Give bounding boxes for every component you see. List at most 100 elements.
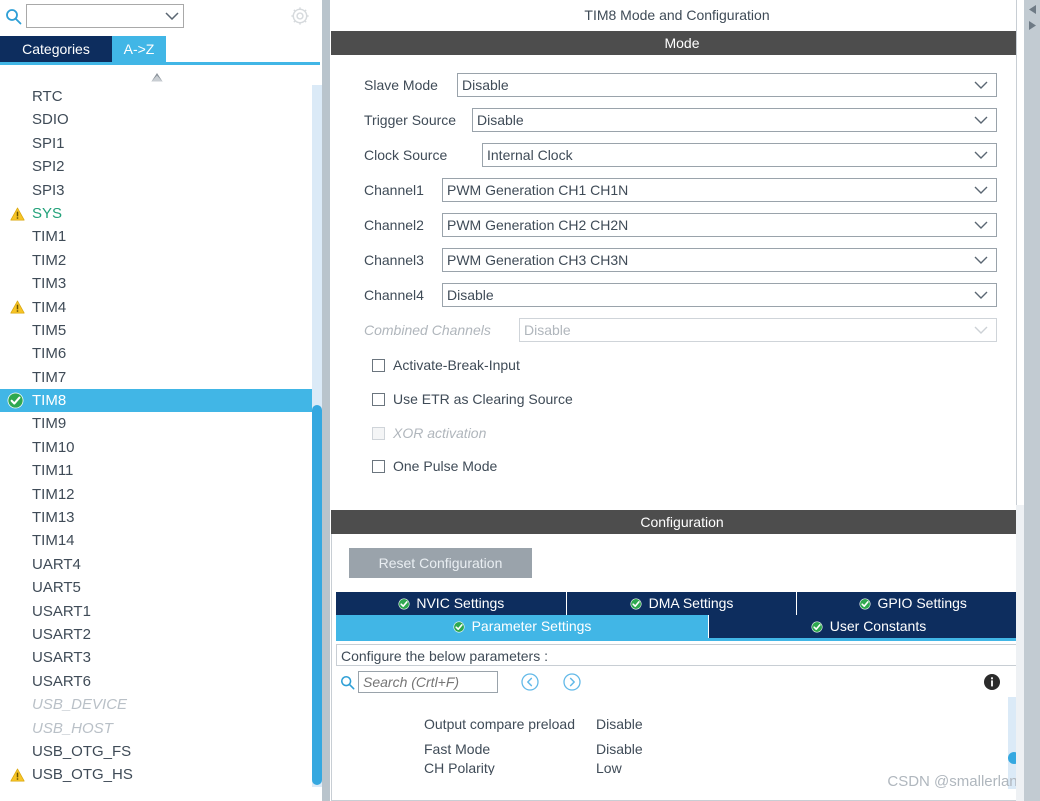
sidebar-item-tim9[interactable]: TIM9 — [0, 412, 312, 435]
table-row-partial — [336, 697, 1028, 711]
checkbox-activate-break-input[interactable]: Activate-Break-Input — [372, 355, 520, 375]
tab-gpio-settings[interactable]: GPIO Settings — [797, 592, 1029, 615]
sidebar-item-label: USB_DEVICE — [32, 696, 128, 714]
reset-configuration-button[interactable]: Reset Configuration — [349, 548, 532, 578]
tab-label: User Constants — [829, 618, 927, 634]
sidebar-item-uart4[interactable]: UART4 — [0, 553, 312, 576]
sidebar-search-combo[interactable] — [26, 4, 184, 28]
tab-a-to-z[interactable]: A->Z — [112, 36, 166, 62]
dropdown-slave-mode[interactable]: Disable — [457, 73, 997, 97]
chevron-down-icon[interactable] — [974, 249, 988, 271]
window-scrollbar[interactable] — [1024, 0, 1040, 801]
sidebar-item-label: SDIO — [32, 111, 69, 129]
sidebar-item-tim7[interactable]: TIM7 — [0, 366, 312, 389]
sidebar-item-label: SPI2 — [32, 158, 65, 176]
check-circle-icon — [811, 620, 824, 633]
chevron-down-icon[interactable] — [165, 5, 179, 27]
dropdown-clock-source[interactable]: Internal Clock — [482, 143, 997, 167]
sidebar-item-tim14[interactable]: TIM14 — [0, 529, 312, 552]
dropdown-combined-channels: Disable — [519, 318, 997, 342]
sidebar-item-usb_otg_hs[interactable]: USB_OTG_HS — [0, 763, 312, 786]
sidebar-item-tim6[interactable]: TIM6 — [0, 342, 312, 365]
parameter-value[interactable]: Low — [596, 761, 796, 775]
sidebar-item-tim8[interactable]: TIM8 — [0, 389, 312, 413]
chevron-down-icon[interactable] — [974, 284, 988, 306]
table-row[interactable]: CH Polarity Low — [336, 761, 1028, 775]
dropdown-channel4[interactable]: Disable — [442, 283, 997, 307]
parameters-table[interactable]: Output compare preload Disable Fast Mode Di… — [336, 697, 1028, 797]
sidebar-item-label: USART1 — [32, 602, 91, 620]
sidebar-item-label: USB_OTG_HS — [32, 766, 133, 784]
tab-dma-settings[interactable]: DMA Settings — [566, 592, 797, 615]
chevron-down-icon[interactable] — [974, 179, 988, 201]
checkbox-use-etr-clearing-source[interactable]: Use ETR as Clearing Source — [372, 389, 573, 409]
config-tabs-row-2: Parameter Settings User Constants — [336, 615, 1028, 638]
sidebar-search-row — [0, 0, 330, 32]
sidebar-item-usb_otg_fs[interactable]: USB_OTG_FS — [0, 740, 312, 763]
tab-parameter-settings[interactable]: Parameter Settings — [336, 615, 708, 638]
table-row[interactable]: Fast Mode Disable — [336, 736, 1028, 761]
field-combined-channels: Combined Channels Disable — [364, 318, 997, 342]
tab-label: GPIO Settings — [877, 595, 967, 611]
tab-nvic-settings[interactable]: NVIC Settings — [336, 592, 566, 615]
sidebar-item-rtc[interactable]: RTC — [0, 85, 312, 108]
sidebar-item-usart3[interactable]: USART3 — [0, 646, 312, 669]
chevron-down-icon[interactable] — [974, 109, 988, 131]
checkbox-label: XOR activation — [393, 425, 487, 441]
chevron-left-circle-icon[interactable] — [520, 672, 540, 692]
checkbox-label: Use ETR as Clearing Source — [393, 391, 573, 407]
info-icon[interactable] — [982, 672, 1002, 692]
checkbox-box[interactable] — [372, 459, 385, 473]
table-row[interactable]: Output compare preload Disable — [336, 711, 1028, 736]
checkbox-xor-activation: XOR activation — [372, 423, 486, 443]
sidebar-item-tim3[interactable]: TIM3 — [0, 272, 312, 295]
tab-user-constants[interactable]: User Constants — [709, 615, 1028, 638]
chevron-down-icon[interactable] — [974, 144, 988, 166]
chevron-down-icon[interactable] — [974, 74, 988, 96]
parameter-value[interactable]: Disable — [596, 716, 796, 732]
sidebar-item-tim12[interactable]: TIM12 — [0, 483, 312, 506]
component-list[interactable]: RTC SDIO SPI1 SPI2 SPI3 SYS TIM1 TIM2 TIM3 TIM4 TI… — [0, 85, 312, 801]
sidebar-item-uart5[interactable]: UART5 — [0, 576, 312, 599]
sidebar-item-spi3[interactable]: SPI3 — [0, 179, 312, 202]
sidebar-item-label: TIM13 — [32, 509, 75, 527]
checkbox-one-pulse-mode[interactable]: One Pulse Mode — [372, 456, 497, 476]
sidebar-item-usart6[interactable]: USART6 — [0, 670, 312, 693]
gear-icon[interactable] — [288, 4, 312, 28]
sidebar-item-tim13[interactable]: TIM13 — [0, 506, 312, 529]
dropdown-channel3[interactable]: PWM Generation CH3 CH3N — [442, 248, 997, 272]
sidebar-item-label: UART5 — [32, 579, 81, 597]
parameter-value[interactable]: Disable — [596, 741, 796, 757]
chevron-right-circle-icon[interactable] — [562, 672, 582, 692]
sidebar-scrollbar-thumb[interactable] — [312, 405, 322, 785]
check-circle-icon — [630, 597, 643, 610]
dropdown-channel1[interactable]: PWM Generation CH1 CH1N — [442, 178, 997, 202]
component-sidebar: Categories A->Z RTC SDIO SPI1 SPI2 SPI3 SYS TI… — [0, 0, 330, 801]
sidebar-search-input[interactable] — [27, 6, 155, 26]
dropdown-trigger-source[interactable]: Disable — [472, 108, 997, 132]
sidebar-item-tim11[interactable]: TIM11 — [0, 459, 312, 482]
parameters-search-input[interactable] — [358, 671, 498, 693]
chevron-down-icon[interactable] — [974, 214, 988, 236]
sidebar-item-tim10[interactable]: TIM10 — [0, 436, 312, 459]
sidebar-item-tim2[interactable]: TIM2 — [0, 249, 312, 272]
sidebar-item-spi1[interactable]: SPI1 — [0, 132, 312, 155]
check-circle-icon — [6, 392, 24, 410]
sidebar-item-sdio[interactable]: SDIO — [0, 108, 312, 131]
sidebar-item-usart2[interactable]: USART2 — [0, 623, 312, 646]
scroll-up-icon[interactable] — [148, 70, 166, 84]
dropdown-channel2[interactable]: PWM Generation CH2 CH2N — [442, 213, 997, 237]
sidebar-item-tim1[interactable]: TIM1 — [0, 225, 312, 248]
tab-categories[interactable]: Categories — [0, 36, 112, 62]
sidebar-item-sys[interactable]: SYS — [0, 202, 312, 225]
sidebar-item-tim4[interactable]: TIM4 — [0, 296, 312, 319]
checkbox-box[interactable] — [372, 392, 385, 406]
field-clock-source: Clock Source Internal Clock — [364, 143, 997, 167]
scroll-left-arrow-icon[interactable] — [1026, 2, 1038, 16]
sidebar-item-tim5[interactable]: TIM5 — [0, 319, 312, 342]
scroll-right-arrow-icon[interactable] — [1026, 18, 1038, 32]
checkbox-box[interactable] — [372, 358, 385, 372]
dropdown-value-channel1: PWM Generation CH1 CH1N — [447, 182, 629, 198]
sidebar-item-usart1[interactable]: USART1 — [0, 600, 312, 623]
sidebar-item-spi2[interactable]: SPI2 — [0, 155, 312, 178]
